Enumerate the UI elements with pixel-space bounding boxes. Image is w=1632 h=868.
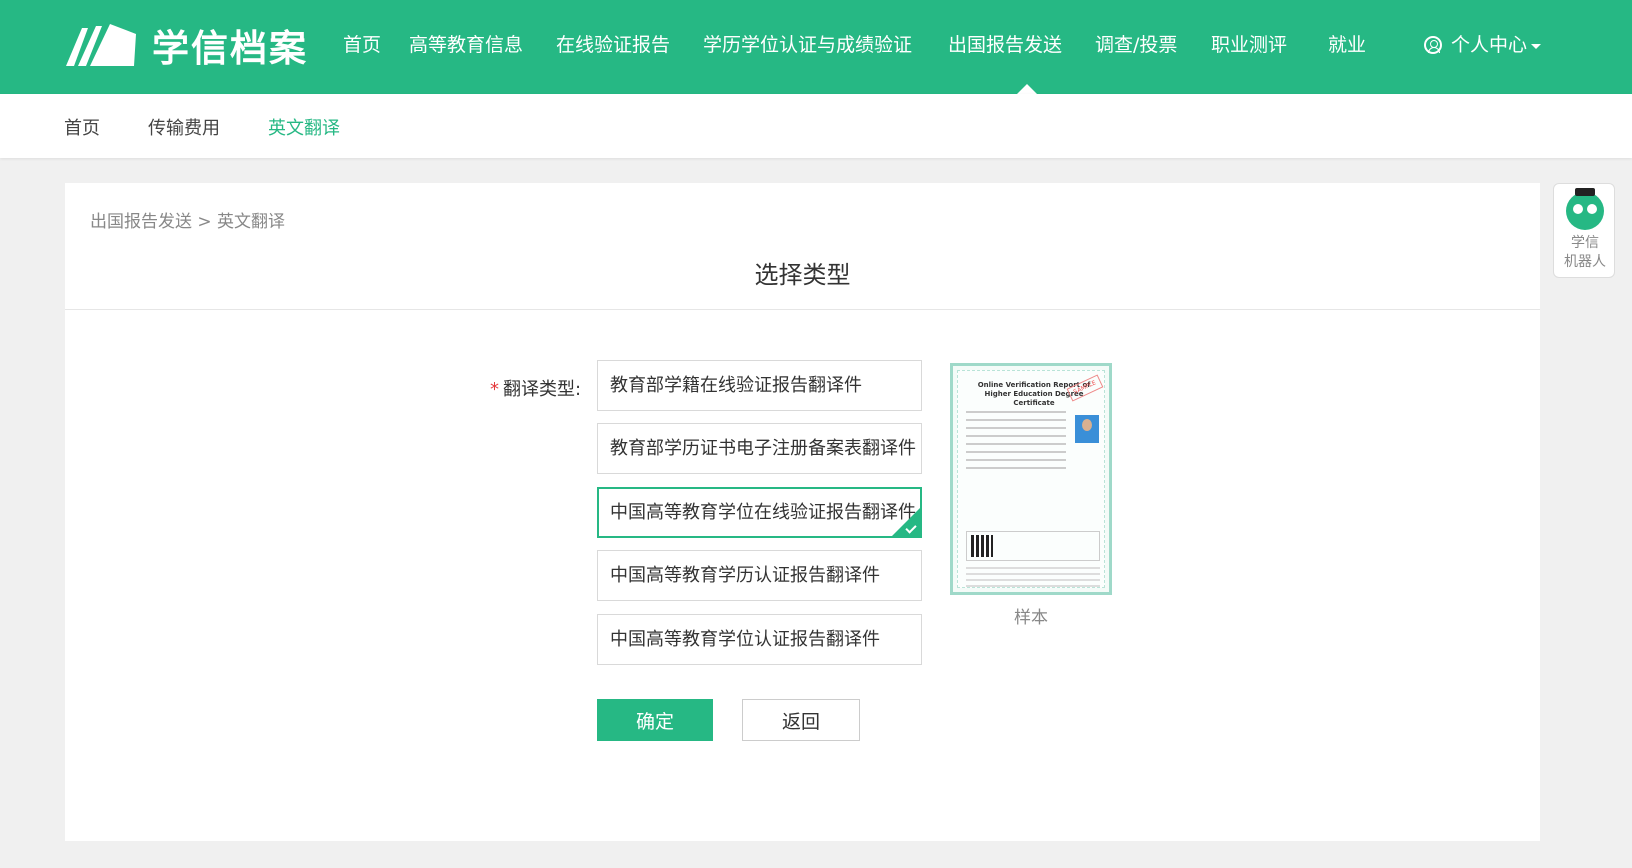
chevron-down-icon[interactable] [1531,44,1541,49]
subnav-english-translation[interactable]: 英文翻译 [268,114,340,140]
active-nav-indicator [1017,84,1037,94]
sample-text-lines [966,411,1066,475]
subnav-transfer-fee[interactable]: 传输费用 [148,114,220,140]
sample-preview-image[interactable]: Online Verification Report of Higher Edu… [950,363,1112,595]
sample-verification-box [966,531,1100,561]
option-student-status-report[interactable]: 教育部学籍在线验证报告翻译件 [597,360,922,411]
nav-higher-education-info[interactable]: 高等教育信息 [409,32,523,58]
sample-photo [1075,415,1099,443]
required-asterisk: * [490,379,499,400]
top-header: 学信档案 首页 高等教育信息 在线验证报告 学历学位认证与成绩验证 出国报告发送… [0,0,1632,94]
sample-document: Online Verification Report of Higher Edu… [957,370,1105,588]
user-center-menu[interactable]: 个人中心 [1451,32,1527,58]
option-diploma-registration-form[interactable]: 教育部学历证书电子注册备案表翻译件 [597,423,922,474]
nav-online-verification-report[interactable]: 在线验证报告 [556,32,670,58]
nav-overseas-report-sending[interactable]: 出国报告发送 [948,32,1062,58]
translation-type-label: * 翻译类型: [490,375,581,401]
nav-home[interactable]: 首页 [343,32,381,58]
user-icon[interactable] [1424,36,1442,54]
robot-assistant[interactable]: 学信 机器人 [1553,183,1615,278]
nav-survey-vote[interactable]: 调查/投票 [1095,32,1177,58]
nav-career-assessment[interactable]: 职业测评 [1211,32,1287,58]
qr-code-icon [971,535,993,557]
breadcrumb: 出国报告发送 > 英文翻译 [90,212,286,232]
main-nav: 首页 高等教育信息 在线验证报告 学历学位认证与成绩验证 出国报告发送 调查/投… [0,0,1632,94]
divider [65,309,1540,310]
option-education-certification-report[interactable]: 中国高等教育学历认证报告翻译件 [597,550,922,601]
robot-owl-icon [1566,188,1604,230]
sample-caption: 样本 [1014,608,1048,628]
page-title: 选择类型 [754,261,851,289]
nav-degree-certification[interactable]: 学历学位认证与成绩验证 [703,32,912,58]
robot-label: 学信 机器人 [1564,235,1606,270]
selected-corner [892,508,920,536]
translation-type-label-text: 翻译类型: [503,379,582,400]
nav-employment[interactable]: 就业 [1328,32,1366,58]
option-degree-online-verification[interactable]: 中国高等教育学位在线验证报告翻译件 [597,487,922,538]
subnav-home[interactable]: 首页 [64,114,100,140]
sub-nav: 首页 传输费用 英文翻译 [0,94,1632,158]
main-card: 出国报告发送 > 英文翻译 选择类型 * 翻译类型: 教育部学籍在线验证报告翻译件… [65,183,1540,841]
option-label: 中国高等教育学位在线验证报告翻译件 [610,502,916,523]
back-button[interactable]: 返回 [742,699,860,741]
confirm-button[interactable]: 确定 [597,699,713,741]
sample-footnotes [966,567,1100,591]
option-degree-certification-report[interactable]: 中国高等教育学位认证报告翻译件 [597,614,922,665]
